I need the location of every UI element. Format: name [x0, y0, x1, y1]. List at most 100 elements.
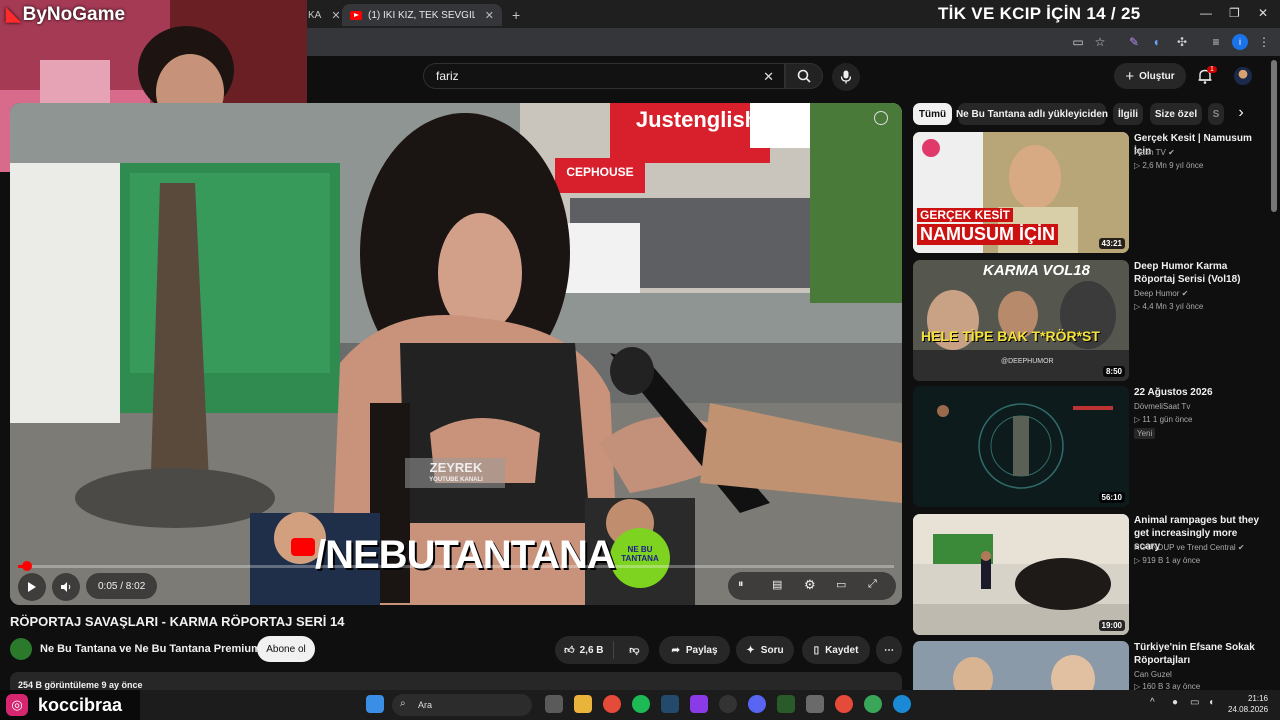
- browser-tab-active[interactable]: (1) İKİ KIZ, TEK SEVGİLİ Mİ? ( Se ✕: [342, 4, 502, 26]
- create-button[interactable]: + Oluştur: [1114, 63, 1186, 89]
- page-scrollbar[interactable]: [1271, 60, 1277, 690]
- extensions-puzzle-icon[interactable]: ✣: [1174, 34, 1190, 50]
- like-button[interactable]: 👍︎ 2,6 B: [555, 641, 614, 659]
- cast-icon[interactable]: ▭: [1070, 34, 1086, 50]
- chrome-icon[interactable]: [864, 695, 882, 713]
- settings-gear-icon[interactable]: ⚙: [804, 577, 816, 593]
- app-icon[interactable]: [806, 695, 824, 713]
- chrome-icon[interactable]: [603, 695, 621, 713]
- bookmark-star-icon[interactable]: ☆: [1092, 34, 1108, 50]
- profile-icon[interactable]: i: [1232, 34, 1248, 50]
- rec-channel[interactable]: Can Guzel: [1134, 670, 1172, 679]
- shop-sign-2: CEPHOUSE: [566, 165, 634, 179]
- channel-name[interactable]: Ne Bu Tantana ve Ne Bu Tantana Premium: [40, 643, 261, 655]
- chip-all[interactable]: Tümü: [913, 103, 952, 125]
- tab-label: (1) İKİ KIZ, TEK SEVGİLİ Mİ? ( Se: [368, 9, 475, 21]
- new-tab-button[interactable]: +: [504, 4, 524, 26]
- rec-channel[interactable]: DövmeliSaat Tv: [1134, 402, 1190, 411]
- rec-meta: ▷ 2,6 Mn 9 yıl önce: [1134, 161, 1203, 170]
- network-icon[interactable]: ▭: [1190, 697, 1199, 708]
- scrollbar-thumb[interactable]: [1271, 60, 1277, 212]
- extension-audio-icon[interactable]: ◖: [1148, 34, 1164, 50]
- clock-time: 21:16: [1247, 694, 1268, 703]
- video-frame: [10, 103, 902, 605]
- subtitles-icon[interactable]: ▤: [772, 578, 782, 591]
- search-input[interactable]: fariz ✕: [423, 63, 785, 89]
- save-button[interactable]: ▯ Kaydet: [802, 636, 870, 664]
- rec-channel[interactable]: Flash TV ✔: [1134, 148, 1175, 157]
- share-icon: ➦: [671, 644, 680, 656]
- theater-mode-icon[interactable]: ▭: [836, 578, 846, 591]
- start-menu-icon[interactable]: [366, 695, 384, 713]
- fullscreen-icon[interactable]: ⤢: [868, 578, 877, 591]
- steam-icon[interactable]: [661, 695, 679, 713]
- rec-channel-name: Can Guzel: [1134, 670, 1172, 679]
- rec-channel[interactable]: ROUNDUP ve Trend Central ✔: [1134, 543, 1245, 552]
- rec-thumbnail[interactable]: GERÇEK KESİT NAMUSUM İÇİN 43:21: [913, 132, 1129, 253]
- video-player[interactable]: Justenglish CEPHOUSE ZEYREK YOUTUBE KANA…: [10, 103, 902, 605]
- extension-pen-icon[interactable]: ✎: [1126, 34, 1142, 50]
- dislike-button[interactable]: 👎︎: [620, 644, 649, 656]
- rec-meta: ▷ 160 B 3 ay önce: [1134, 682, 1200, 690]
- close-icon[interactable]: ✕: [331, 9, 340, 22]
- file-explorer-icon[interactable]: [574, 695, 592, 713]
- play-small-icon: ▷: [1134, 415, 1141, 424]
- app-icon[interactable]: [777, 695, 795, 713]
- ask-button[interactable]: ✦ Soru: [736, 636, 794, 664]
- youtube-logo-icon: [291, 538, 315, 556]
- volume-button[interactable]: [52, 573, 80, 601]
- rec-thumbnail[interactable]: KARMA VOL18 HELE TİPE BAK T*RÖR*ST @DEEP…: [913, 260, 1129, 381]
- task-view-icon[interactable]: [545, 695, 563, 713]
- obs-icon[interactable]: [719, 695, 737, 713]
- rec-title[interactable]: 22 Ağustos 2026: [1134, 386, 1266, 399]
- channel-avatar[interactable]: [10, 638, 32, 660]
- subscribe-button[interactable]: Abone ol: [257, 636, 315, 662]
- chevron-right-icon[interactable]: ›: [1230, 104, 1252, 126]
- play-button[interactable]: [18, 573, 46, 601]
- system-clock[interactable]: 21:16 24.08.2026: [1228, 693, 1268, 715]
- channel-banner: /NEBUTANTANA: [315, 533, 616, 577]
- close-icon[interactable]: ✕: [485, 9, 494, 22]
- chip-related[interactable]: İlgili: [1113, 103, 1143, 125]
- chrome-icon[interactable]: [835, 695, 853, 713]
- close-window-icon[interactable]: ✕: [1258, 6, 1268, 20]
- spotify-icon[interactable]: [632, 695, 650, 713]
- chip-for-you[interactable]: Size özel: [1150, 103, 1202, 125]
- chip-partial[interactable]: S: [1208, 103, 1224, 125]
- share-label: Paylaş: [685, 644, 718, 656]
- rec-thumbnail[interactable]: [913, 641, 1129, 690]
- taskbar-search[interactable]: ⌕ Ara: [392, 694, 532, 716]
- twitch-icon[interactable]: [690, 695, 708, 713]
- chip-uploader[interactable]: Ne Bu Tantana adlı yükleyiciden: [956, 103, 1108, 125]
- progress-scrubber[interactable]: [21, 561, 32, 571]
- info-icon[interactable]: [874, 111, 888, 125]
- minimize-icon[interactable]: —: [1200, 6, 1212, 20]
- volume-icon[interactable]: ◖: [1208, 697, 1214, 708]
- edge-icon[interactable]: [893, 695, 911, 713]
- microphone-icon: [840, 70, 852, 84]
- autoplay-toggle-icon[interactable]: ⏸: [738, 578, 744, 591]
- search-button[interactable]: [785, 63, 823, 89]
- account-avatar[interactable]: [1234, 67, 1252, 85]
- share-button[interactable]: ➦ Paylaş: [659, 636, 730, 664]
- maximize-icon[interactable]: ❐: [1229, 6, 1240, 20]
- rec-title[interactable]: Deep Humor Karma Röportaj Serisi (Vol18): [1134, 260, 1266, 286]
- rec-thumbnail[interactable]: 56:10: [913, 386, 1129, 507]
- logo-mark-icon: ◣: [6, 4, 21, 25]
- voice-search-button[interactable]: [832, 63, 860, 91]
- clear-search-icon[interactable]: ✕: [763, 69, 774, 85]
- progress-bar[interactable]: [18, 561, 894, 571]
- rec-channel-name: Flash TV: [1134, 148, 1166, 157]
- discord-icon[interactable]: [748, 695, 766, 713]
- browser-menu-icon[interactable]: ⋮: [1256, 34, 1272, 50]
- more-actions-button[interactable]: ⋯: [876, 636, 902, 664]
- rec-channel[interactable]: Deep Humor ✔: [1134, 289, 1188, 298]
- rec-title[interactable]: Türkiye'nin Efsane Sokak Röportajları: [1134, 641, 1266, 667]
- rec-duration: 56:10: [1098, 492, 1125, 503]
- tray-chevron-icon[interactable]: ^: [1150, 697, 1155, 708]
- rec-thumbnail[interactable]: 19:00: [913, 514, 1129, 635]
- media-queue-icon[interactable]: ≡: [1208, 34, 1224, 50]
- microphone-icon[interactable]: ●: [1172, 697, 1178, 708]
- thumbs-down-icon: 👎︎: [629, 645, 640, 656]
- channel-badge: NE BU TANTANA: [621, 545, 659, 563]
